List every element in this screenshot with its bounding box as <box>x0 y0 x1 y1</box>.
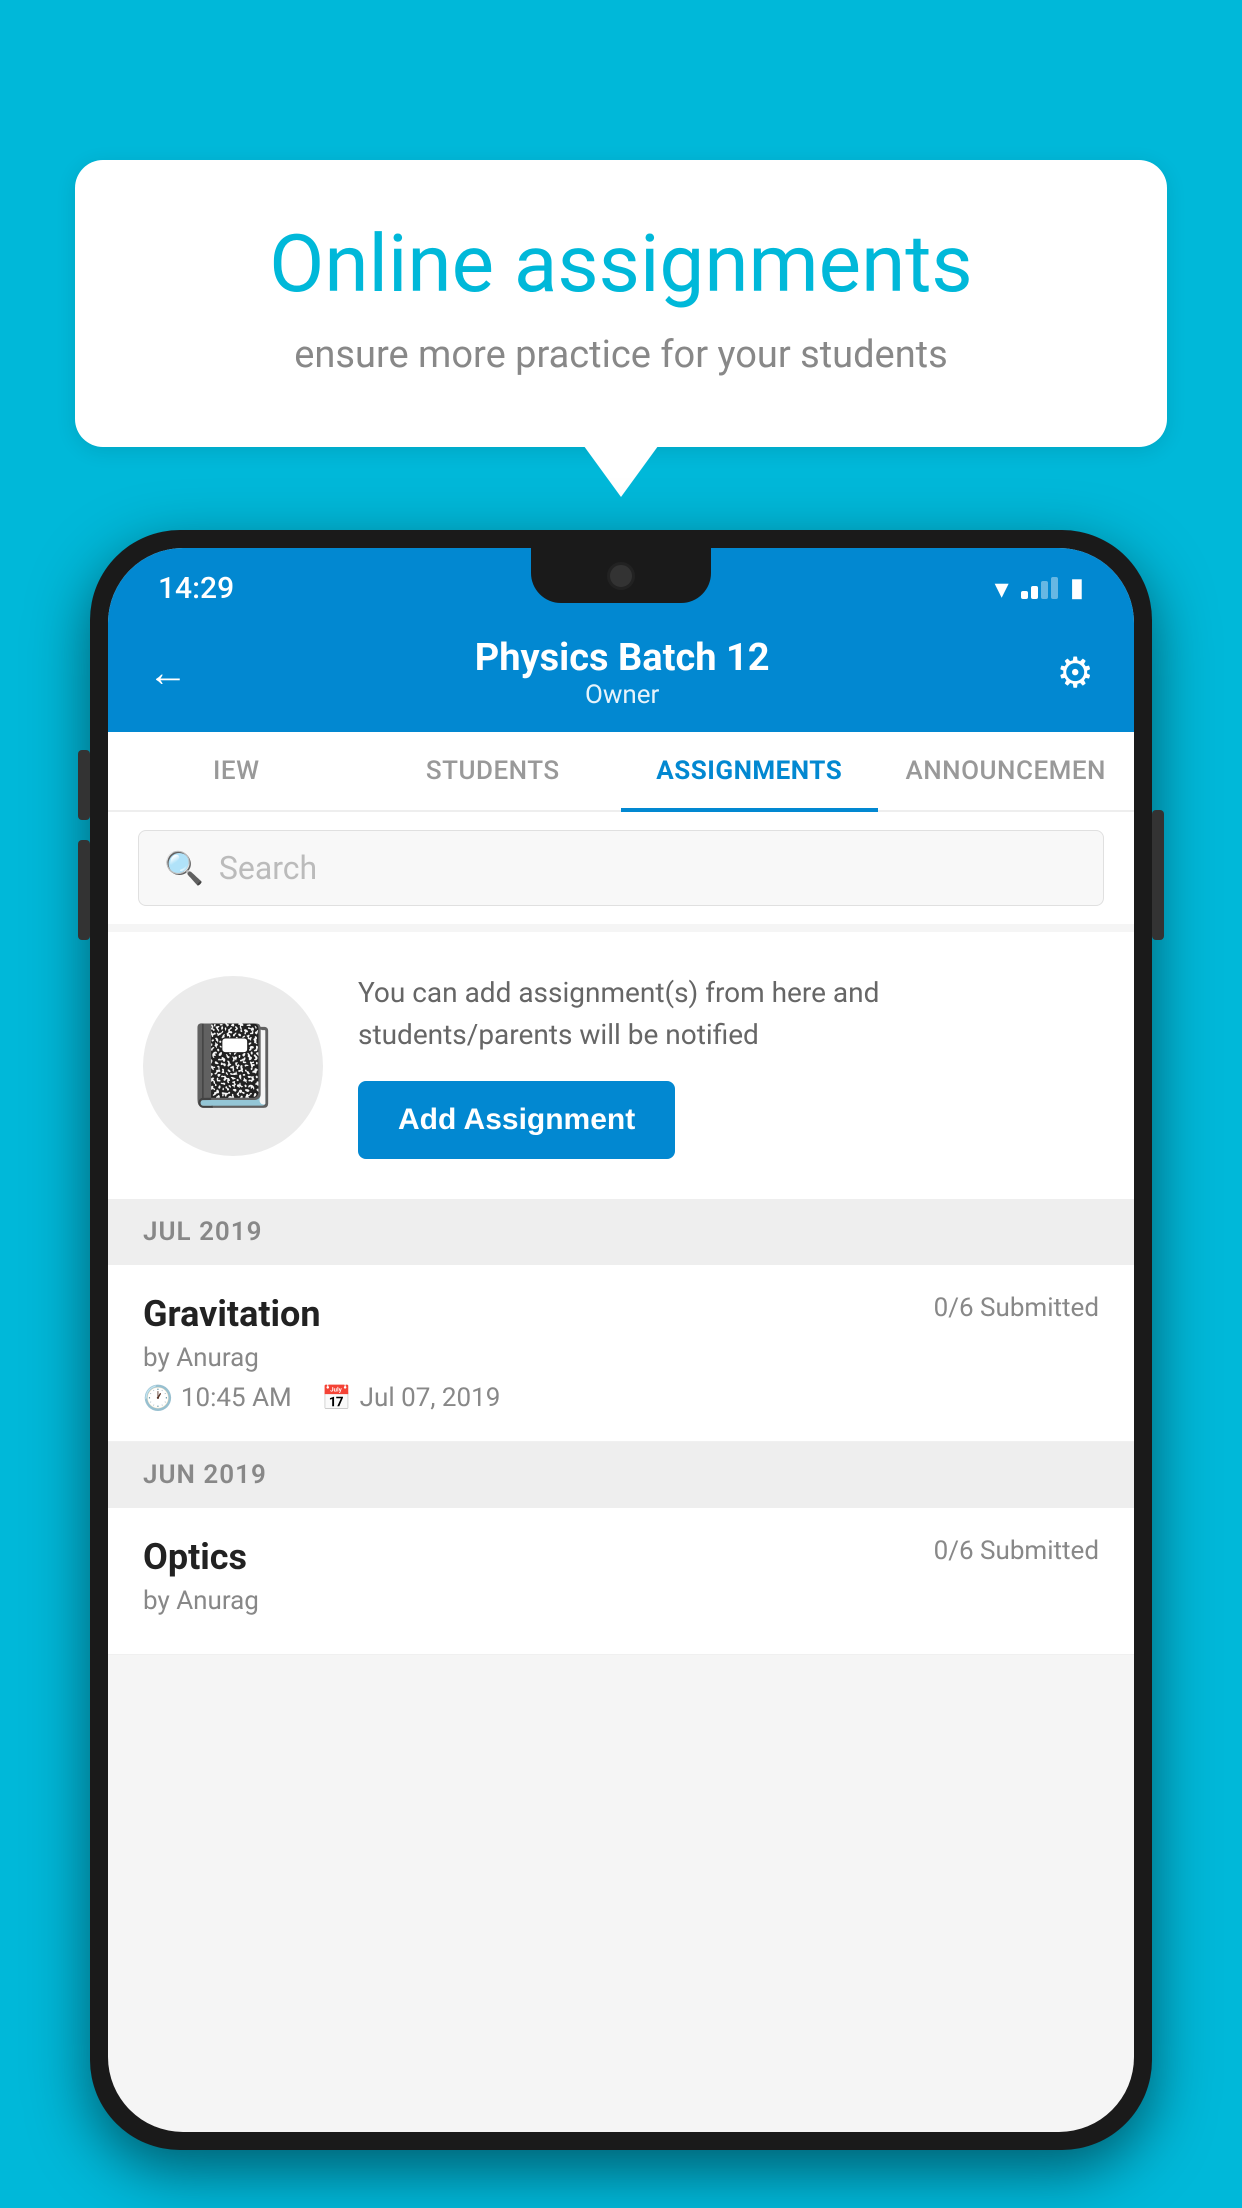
phone-outer: 14:29 ▾ ▮ ← <box>90 530 1152 2150</box>
assignment-item-optics[interactable]: Optics 0/6 Submitted by Anurag <box>108 1508 1134 1655</box>
app-header: ← Physics Batch 12 Owner ⚙ <box>108 618 1134 732</box>
bubble-subtitle: ensure more practice for your students <box>145 333 1097 377</box>
wifi-icon: ▾ <box>995 572 1009 605</box>
time-value-gravitation: 10:45 AM <box>181 1383 292 1413</box>
tab-announcements[interactable]: ANNOUNCEMEN <box>878 732 1135 810</box>
meta-date-gravitation: 📅 Jul 07, 2019 <box>322 1383 501 1413</box>
assignment-row-top-optics: Optics 0/6 Submitted <box>143 1536 1099 1578</box>
header-title: Physics Batch 12 <box>475 636 770 680</box>
notebook-icon-circle: 📓 <box>143 976 323 1156</box>
notebook-icon: 📓 <box>183 1019 283 1113</box>
phone-notch <box>531 548 711 603</box>
search-container: 🔍 Search <box>108 812 1134 924</box>
signal-bar-2 <box>1031 586 1038 599</box>
assignment-submitted-gravitation: 0/6 Submitted <box>934 1293 1099 1323</box>
clock-icon: 🕐 <box>143 1384 173 1412</box>
signal-bar-3 <box>1041 581 1048 599</box>
assignment-submitted-optics: 0/6 Submitted <box>934 1536 1099 1566</box>
assignment-author-optics: by Anurag <box>143 1586 1099 1616</box>
assignment-item-gravitation[interactable]: Gravitation 0/6 Submitted by Anurag 🕐 10… <box>108 1265 1134 1442</box>
assignment-name-optics: Optics <box>143 1536 247 1578</box>
assignment-row-top: Gravitation 0/6 Submitted <box>143 1293 1099 1335</box>
meta-time-gravitation: 🕐 10:45 AM <box>143 1383 292 1413</box>
section-header-jul: JUL 2019 <box>108 1199 1134 1265</box>
assignment-author-gravitation: by Anurag <box>143 1343 1099 1373</box>
bubble-title: Online assignments <box>145 220 1097 308</box>
assignment-meta-gravitation: 🕐 10:45 AM 📅 Jul 07, 2019 <box>143 1383 1099 1413</box>
section-header-jun: JUN 2019 <box>108 1442 1134 1508</box>
date-value-gravitation: Jul 07, 2019 <box>360 1383 501 1413</box>
assignment-name-gravitation: Gravitation <box>143 1293 321 1335</box>
search-input-wrapper[interactable]: 🔍 Search <box>138 830 1104 906</box>
tab-iew[interactable]: IEW <box>108 732 365 810</box>
settings-button[interactable]: ⚙ <box>1056 648 1094 698</box>
tabs-bar: IEW STUDENTS ASSIGNMENTS ANNOUNCEMEN <box>108 732 1134 812</box>
add-assignment-section: 📓 You can add assignment(s) from here an… <box>108 932 1134 1199</box>
tab-assignments[interactable]: ASSIGNMENTS <box>621 732 878 810</box>
speech-bubble-container: Online assignments ensure more practice … <box>75 160 1167 447</box>
status-icons: ▾ ▮ <box>995 572 1084 605</box>
add-assignment-description: You can add assignment(s) from here and … <box>358 972 1099 1056</box>
camera-icon <box>607 562 635 590</box>
volume-up-button <box>78 750 90 820</box>
volume-down-button <box>78 840 90 940</box>
calendar-icon: 📅 <box>322 1384 352 1412</box>
phone-wrapper: 14:29 ▾ ▮ ← <box>90 530 1152 2208</box>
add-assignment-button[interactable]: Add Assignment <box>358 1081 675 1159</box>
back-button[interactable]: ← <box>148 653 188 693</box>
signal-bar-4 <box>1051 577 1058 599</box>
speech-bubble: Online assignments ensure more practice … <box>75 160 1167 447</box>
battery-icon: ▮ <box>1070 573 1084 603</box>
header-center: Physics Batch 12 Owner <box>475 636 770 710</box>
header-subtitle: Owner <box>475 680 770 710</box>
phone-screen: 14:29 ▾ ▮ ← <box>108 548 1134 2132</box>
search-icon: 🔍 <box>164 849 204 887</box>
status-time: 14:29 <box>158 571 234 606</box>
signal-bars-icon <box>1021 577 1058 599</box>
add-assignment-content: You can add assignment(s) from here and … <box>358 972 1099 1159</box>
signal-bar-1 <box>1021 591 1028 599</box>
search-placeholder: Search <box>219 849 317 887</box>
tab-students[interactable]: STUDENTS <box>365 732 622 810</box>
power-button <box>1152 810 1164 940</box>
